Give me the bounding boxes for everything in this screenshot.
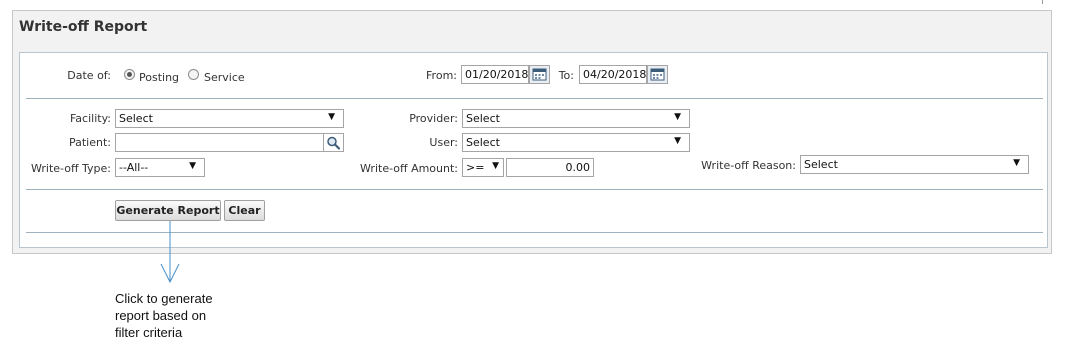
user-label: User:	[429, 136, 458, 149]
chevron-down-icon: ▼	[1013, 158, 1020, 168]
calendar-icon	[532, 68, 547, 81]
date-of-label: Date of:	[67, 69, 111, 82]
writeoff-reason-select[interactable]: Select ▼	[800, 155, 1029, 174]
radio-posting-label: Posting	[139, 71, 180, 84]
user-value: Select	[466, 136, 500, 149]
user-select[interactable]: Select ▼	[462, 133, 690, 152]
writeoff-type-value: --All--	[119, 161, 149, 174]
facility-value: Select	[119, 112, 153, 125]
generate-report-button[interactable]: Generate Report	[115, 200, 221, 221]
patient-label: Patient:	[68, 136, 111, 149]
facility-select[interactable]: Select ▼	[115, 109, 344, 128]
from-label: From:	[426, 69, 457, 82]
search-icon	[327, 136, 341, 150]
patient-input[interactable]	[115, 133, 324, 152]
from-date-value: 01/20/2018	[465, 68, 529, 81]
to-date-input[interactable]: 04/20/2018	[579, 65, 647, 84]
writeoff-reason-label: Write-off Reason:	[701, 159, 796, 172]
to-label: To:	[558, 69, 574, 82]
amount-input[interactable]: 0.00	[506, 158, 594, 177]
facility-label: Facility:	[69, 112, 111, 125]
amount-operator-select[interactable]: >= ▼	[462, 158, 504, 177]
radio-service-label: Service	[204, 71, 245, 84]
chevron-down-icon: ▼	[674, 136, 681, 146]
provider-select[interactable]: Select ▼	[462, 109, 690, 128]
annotation-arrow-icon	[160, 221, 180, 284]
corner-mark	[1042, 0, 1043, 4]
writeoff-amount-label: Write-off Amount:	[360, 162, 458, 175]
chevron-down-icon: ▼	[492, 161, 499, 171]
to-date-value: 04/20/2018	[583, 68, 647, 81]
patient-search-button[interactable]	[323, 133, 344, 152]
radio-service[interactable]	[188, 69, 199, 80]
amount-operator-value: >=	[466, 161, 485, 174]
provider-value: Select	[466, 112, 500, 125]
section-divider	[26, 189, 1043, 190]
writeoff-type-label: Write-off Type:	[31, 162, 111, 175]
annotation-line: report based on	[115, 308, 207, 323]
to-calendar-button[interactable]	[647, 65, 668, 84]
section-divider	[26, 98, 1043, 99]
chevron-down-icon: ▼	[189, 161, 196, 171]
annotation-line: filter criteria	[115, 325, 183, 340]
chevron-down-icon: ▼	[328, 112, 335, 122]
from-calendar-button[interactable]	[529, 65, 550, 84]
page-title: Write-off Report	[19, 19, 148, 35]
writeoff-reason-value: Select	[804, 158, 838, 171]
radio-posting[interactable]	[124, 69, 135, 80]
writeoff-type-select[interactable]: --All-- ▼	[115, 158, 205, 177]
annotation-note: Click to generate report based on filter…	[115, 290, 213, 341]
from-date-input[interactable]: 01/20/2018	[461, 65, 529, 84]
provider-label: Provider:	[409, 112, 458, 125]
annotation-line: Click to generate	[115, 291, 213, 306]
amount-value: 0.00	[565, 161, 591, 174]
clear-button[interactable]: Clear	[224, 200, 265, 221]
chevron-down-icon: ▼	[674, 112, 681, 122]
calendar-icon	[650, 68, 665, 81]
